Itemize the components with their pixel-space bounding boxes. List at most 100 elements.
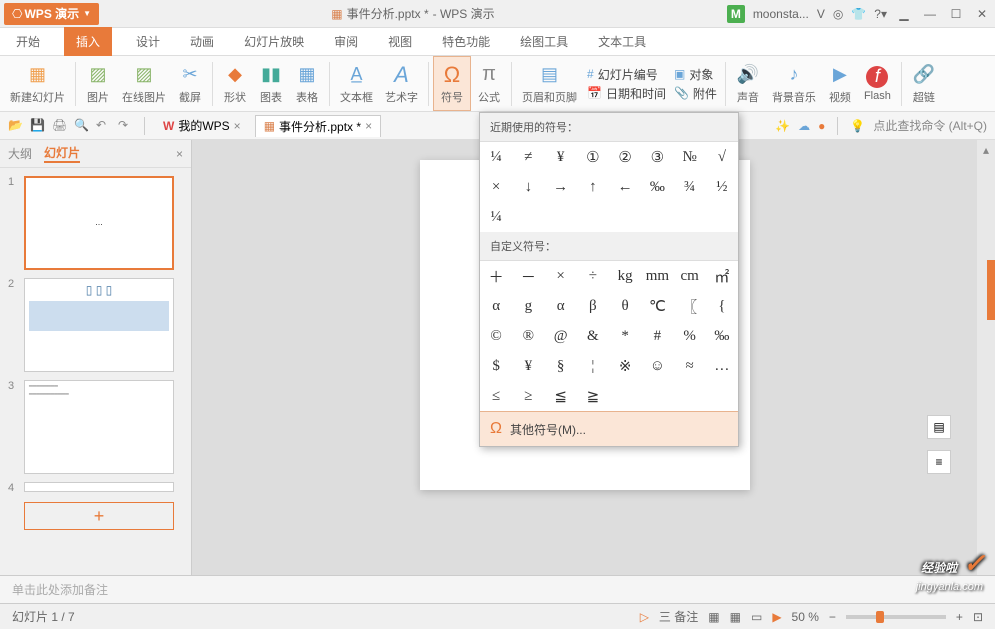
sym-custom[interactable]: ☺ [641, 351, 673, 381]
play-icon[interactable]: ▷ [640, 610, 649, 624]
sym-custom[interactable]: θ [609, 291, 641, 321]
sym-recent[interactable]: ③ [641, 142, 673, 172]
sym-custom[interactable]: ＋ [480, 261, 512, 291]
sym-custom[interactable]: α [480, 291, 512, 321]
open-icon[interactable]: 📂 [8, 118, 24, 134]
sym-custom[interactable]: { [706, 291, 738, 321]
sym-custom[interactable]: ¥ [512, 351, 544, 381]
menu-view[interactable]: 视图 [382, 29, 418, 54]
ribbon-table[interactable]: ▦表格 [289, 56, 325, 111]
zoom-value[interactable]: 50 % [792, 610, 819, 624]
ribbon-bgmusic[interactable]: ♪背景音乐 [766, 56, 822, 111]
sym-recent[interactable]: ¼ [480, 142, 512, 172]
thumbnail-1[interactable]: … [24, 176, 174, 270]
sym-recent[interactable]: ① [577, 142, 609, 172]
float-btn-1[interactable]: ▤ [927, 415, 951, 439]
sym-custom[interactable]: mm [641, 261, 673, 291]
menu-drawing[interactable]: 绘图工具 [514, 29, 574, 54]
sym-custom[interactable]: ‰ [706, 321, 738, 351]
sym-custom[interactable]: α [545, 291, 577, 321]
sym-custom[interactable]: ¦ [577, 351, 609, 381]
sym-recent[interactable]: → [545, 172, 577, 202]
menu-slideshow[interactable]: 幻灯片放映 [238, 29, 310, 54]
ribbon-screenshot[interactable]: ✂截屏 [172, 56, 208, 111]
menu-insert[interactable]: 插入 [64, 27, 112, 56]
notes-toggle[interactable]: 三 备注 [659, 608, 698, 625]
sym-custom[interactable]: ※ [609, 351, 641, 381]
ribbon-flash[interactable]: fFlash [858, 56, 897, 111]
sym-recent[interactable]: ② [609, 142, 641, 172]
sym-recent[interactable]: ↑ [577, 172, 609, 202]
redo-icon[interactable]: ↷ [118, 118, 134, 134]
minimize2-icon[interactable]: — [921, 7, 939, 21]
preview-icon[interactable]: 🔍 [74, 118, 90, 134]
username[interactable]: moonsta... [753, 7, 809, 21]
sidebar-close-icon[interactable]: × [176, 147, 183, 161]
sym-recent[interactable]: ← [609, 172, 641, 202]
cloud-icon[interactable]: ☁ [798, 119, 810, 133]
sym-recent[interactable]: ↓ [512, 172, 544, 202]
view-slideshow-icon[interactable]: ▶ [772, 610, 781, 624]
sym-custom[interactable]: ㎡ [706, 261, 738, 291]
collapse-icon[interactable]: ▴ [977, 140, 995, 160]
more-symbols-button[interactable]: Ω 其他符号(M)... [480, 411, 738, 446]
zoom-slider[interactable] [846, 615, 946, 619]
sym-custom[interactable]: kg [609, 261, 641, 291]
menu-design[interactable]: 设计 [130, 29, 166, 54]
ribbon-slide-number[interactable]: #幻灯片编号 [587, 66, 666, 83]
ribbon-textbox[interactable]: A̲文本框 [334, 56, 379, 111]
aim-icon[interactable]: ◎ [833, 7, 843, 21]
menu-features[interactable]: 特色功能 [436, 29, 496, 54]
print-icon[interactable]: 🖨 [52, 118, 68, 134]
sym-recent[interactable]: √ [706, 142, 738, 172]
ribbon-new-slide[interactable]: ▦新建幻灯片 [4, 56, 71, 111]
menu-review[interactable]: 审阅 [328, 29, 364, 54]
ribbon-video[interactable]: ▶视频 [822, 56, 858, 111]
menu-start[interactable]: 开始 [10, 29, 46, 54]
skin-icon[interactable]: 👕 [851, 7, 866, 21]
sym-custom[interactable]: ≧ [577, 381, 609, 411]
sym-recent[interactable]: ≠ [512, 142, 544, 172]
sym-recent[interactable]: ‰ [641, 172, 673, 202]
orange-handle[interactable] [987, 260, 995, 320]
ribbon-datetime[interactable]: 📅日期和时间 [587, 85, 666, 102]
app-dropdown-icon[interactable]: ▼ [83, 9, 91, 18]
sym-recent[interactable]: × [480, 172, 512, 202]
sym-custom[interactable]: ÷ [577, 261, 609, 291]
sym-custom[interactable]: * [609, 321, 641, 351]
thumbnail-3[interactable]: ━━━━━━━━━━━━━━━━━━━ [24, 380, 174, 474]
thumbnail-4[interactable] [24, 482, 174, 492]
tab-mywps[interactable]: W我的WPS× [155, 115, 249, 136]
sym-custom[interactable]: ≥ [512, 381, 544, 411]
sym-custom[interactable]: ℃ [641, 291, 673, 321]
sym-custom[interactable]: β [577, 291, 609, 321]
sym-custom[interactable]: ≤ [480, 381, 512, 411]
user-avatar[interactable]: M [727, 5, 745, 23]
menu-text[interactable]: 文本工具 [592, 29, 652, 54]
ribbon-chart[interactable]: ▮▮图表 [253, 56, 289, 111]
add-slide-button[interactable]: + [24, 502, 174, 530]
save-icon[interactable]: 💾 [30, 118, 46, 134]
ribbon-header-footer[interactable]: ▤页眉和页脚 [516, 56, 583, 111]
sym-custom[interactable]: g [512, 291, 544, 321]
ribbon-formula[interactable]: π公式 [471, 56, 507, 111]
search-hint[interactable]: 点此查找命令 (Alt+Q) [873, 117, 987, 134]
sym-custom[interactable]: × [545, 261, 577, 291]
sym-custom[interactable]: § [545, 351, 577, 381]
zoom-in-icon[interactable]: + [956, 610, 963, 624]
sym-custom[interactable]: 〖 [674, 291, 706, 321]
sym-custom[interactable]: # [641, 321, 673, 351]
sym-custom[interactable]: ≦ [545, 381, 577, 411]
ribbon-attachment[interactable]: 📎附件 [674, 85, 717, 102]
sym-recent[interactable]: ¾ [674, 172, 706, 202]
app-logo[interactable]: ⎔ WPS 演示 ▼ [4, 3, 99, 25]
minimize-icon[interactable]: ▁ [895, 7, 913, 21]
thumbnail-2[interactable]: ▯ ▯ ▯ [24, 278, 174, 372]
sym-custom[interactable]: & [577, 321, 609, 351]
ribbon-online-image[interactable]: ▨在线图片 [116, 56, 172, 111]
sym-custom[interactable]: ® [512, 321, 544, 351]
zoom-out-icon[interactable]: − [829, 610, 836, 624]
sym-custom[interactable]: － [512, 261, 544, 291]
view-reading-icon[interactable]: ▭ [751, 610, 762, 624]
sym-recent[interactable]: ¥ [545, 142, 577, 172]
